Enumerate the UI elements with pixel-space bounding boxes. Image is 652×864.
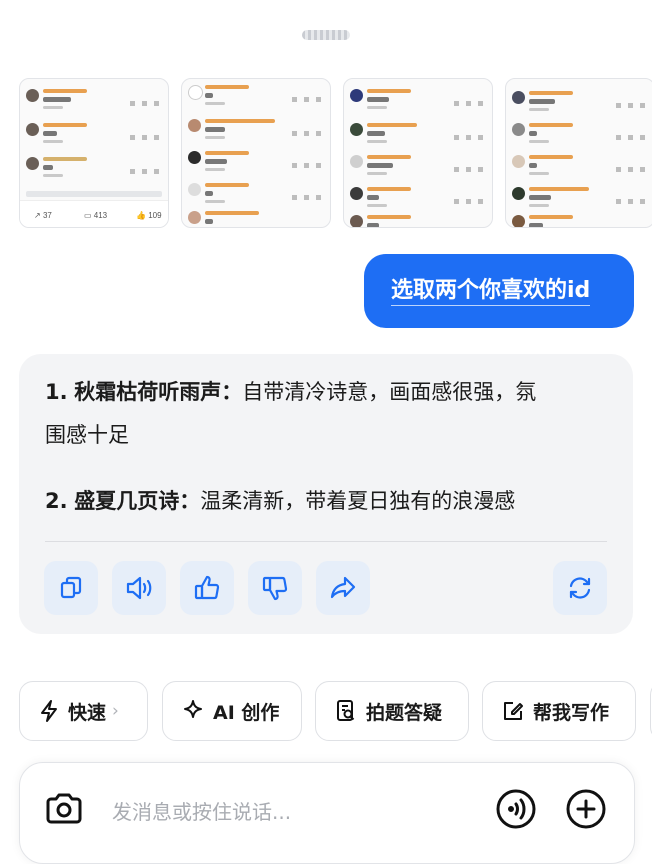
- answer-item-1: 1. 秋霜枯荷听雨声：自带清冷诗意，画面感很强，氛: [45, 377, 536, 407]
- thumbs-up-icon: [194, 575, 220, 600]
- thumbnail-3[interactable]: [343, 78, 493, 228]
- camera-button[interactable]: [42, 787, 86, 831]
- answer-item-1-sep: ：: [221, 380, 243, 404]
- dislike-button[interactable]: [248, 561, 302, 615]
- thumbnail-4[interactable]: [505, 78, 652, 228]
- chip-ai-create[interactable]: AI 创作: [162, 681, 302, 741]
- quick-action-chips: 快速 › AI 创作 拍题答疑 帮我写作: [19, 681, 652, 743]
- sparkle-icon: [184, 700, 202, 718]
- chip-photo-question[interactable]: 拍题答疑: [315, 681, 469, 741]
- comment-count: 413: [93, 211, 108, 220]
- answer-item-2-sep: ：: [179, 489, 201, 513]
- plus-icon: [566, 789, 606, 829]
- answer-item-2-num: 2.: [45, 489, 68, 513]
- chip-ai-create-label: AI 创作: [213, 701, 280, 724]
- chip-fast[interactable]: 快速 ›: [19, 681, 148, 741]
- voice-wave-icon: [496, 789, 536, 829]
- scan-question-icon: [337, 700, 355, 721]
- answer-item-2-desc: 温柔清新，带着夏日独有的浪漫感: [200, 489, 516, 513]
- camera-icon: [46, 793, 82, 824]
- user-message-bubble: 选取两个你喜欢的id: [364, 254, 634, 328]
- answer-item-1-cont: 围感十足: [45, 420, 129, 450]
- answer-item-2: 2. 盛夏几页诗：温柔清新，带着夏日独有的浪漫感: [45, 486, 515, 516]
- read-aloud-button[interactable]: [112, 561, 166, 615]
- chevron-right-icon: ›: [112, 701, 119, 721]
- ai-answer-card: 1. 秋霜枯荷听雨声：自带清冷诗意，画面感很强，氛 围感十足 2. 盛夏几页诗：…: [19, 354, 633, 634]
- thumbnail-2[interactable]: [181, 78, 331, 228]
- regenerate-button[interactable]: [553, 561, 607, 615]
- message-input-bar: 发消息或按住说话...: [19, 762, 635, 864]
- thumbs-down-icon: [262, 576, 288, 601]
- answer-item-1-desc-cont: 围感十足: [45, 423, 129, 447]
- repost-count: 37: [42, 211, 52, 220]
- thumbnail-1[interactable]: ↗ 37 ▭ 413 👍 109: [19, 78, 169, 228]
- regenerate-icon: [569, 577, 591, 599]
- answer-item-2-name: 盛夏几页诗: [74, 489, 180, 513]
- image-thumbnails: ↗ 37 ▭ 413 👍 109: [19, 78, 652, 228]
- answer-divider: [45, 541, 607, 542]
- answer-item-1-desc: 自带清冷诗意，画面感很强，氛: [242, 380, 537, 404]
- chip-fast-label: 快速: [68, 701, 107, 724]
- voice-button[interactable]: [494, 787, 538, 831]
- chip-photo-question-label: 拍题答疑: [366, 701, 443, 724]
- lightning-icon: [41, 700, 57, 722]
- message-input[interactable]: 发消息或按住说话...: [112, 796, 291, 825]
- answer-item-1-name: 秋霜枯荷听雨声: [74, 380, 222, 404]
- like-button[interactable]: [180, 561, 234, 615]
- chip-help-write-label: 帮我写作: [533, 701, 610, 724]
- like-count: 109: [148, 211, 162, 220]
- edit-icon: [504, 702, 523, 720]
- user-message-text: 选取两个你喜欢的id: [391, 277, 591, 306]
- copy-icon: [60, 576, 82, 599]
- plus-button[interactable]: [564, 787, 608, 831]
- answer-item-1-num: 1.: [45, 380, 68, 404]
- drag-handle[interactable]: [302, 30, 350, 40]
- speaker-icon: [126, 576, 152, 600]
- chip-help-write[interactable]: 帮我写作: [482, 681, 636, 741]
- share-icon: [330, 576, 356, 599]
- share-button[interactable]: [316, 561, 370, 615]
- copy-button[interactable]: [44, 561, 98, 615]
